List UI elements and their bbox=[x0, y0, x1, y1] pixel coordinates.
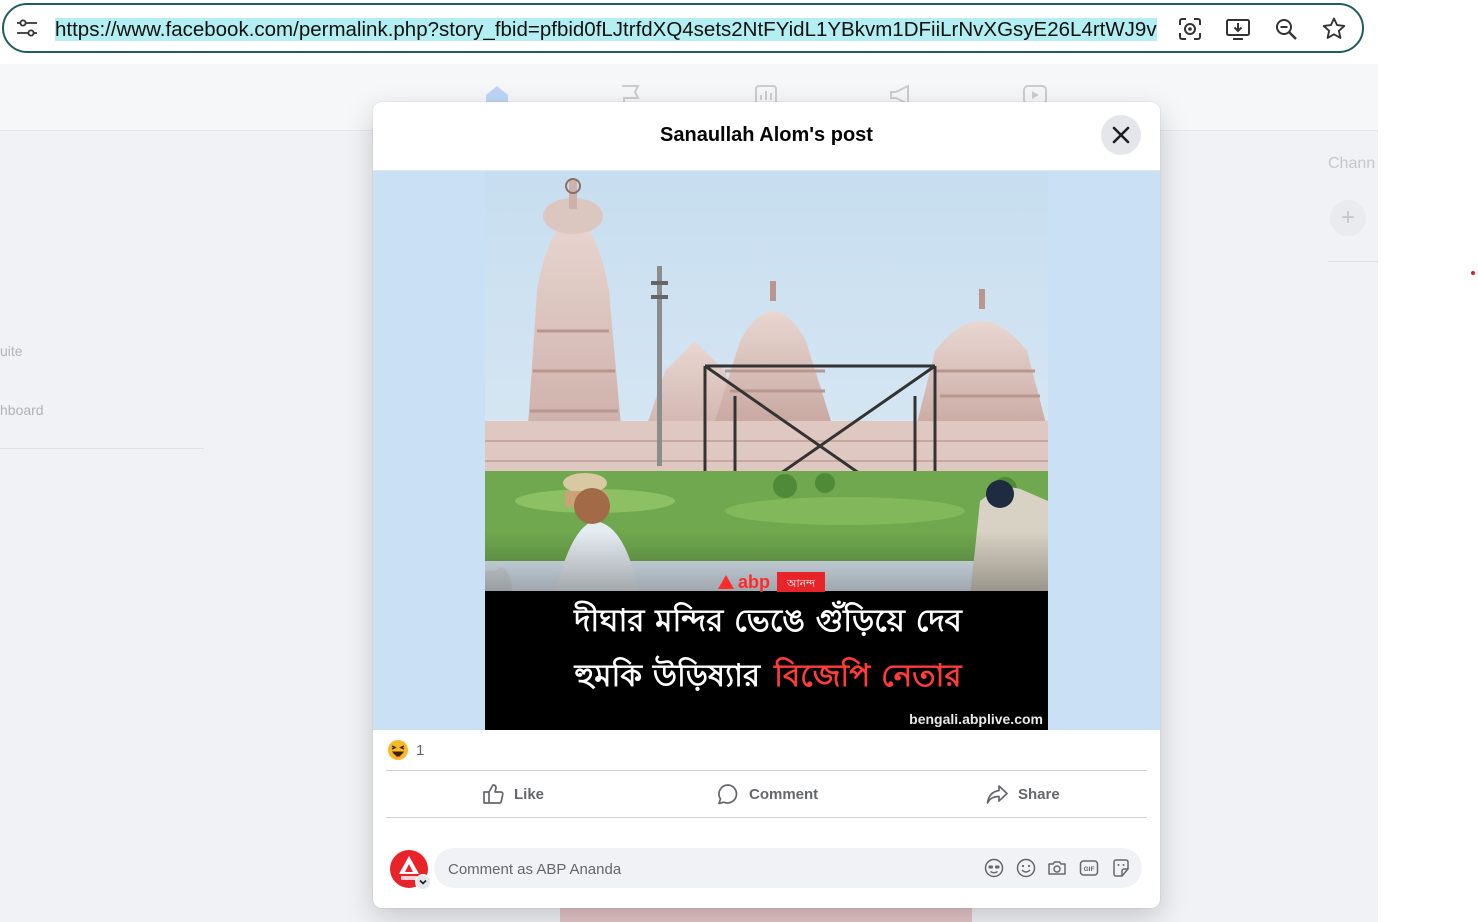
like-label: Like bbox=[514, 785, 545, 803]
gif-icon[interactable]: GIF bbox=[1079, 858, 1099, 878]
url-text[interactable]: https://www.facebook.com/permalink.php?s… bbox=[55, 16, 1161, 44]
post-photo-area[interactable]: abp আনন্দ দীঘার মন্দির ভেঙে গুঁড়িয়ে দে… bbox=[373, 171, 1160, 730]
like-icon bbox=[483, 784, 504, 804]
post-modal: Sanaullah Alom's post abp আনন্দ দীঘার মন… bbox=[373, 102, 1160, 908]
cursor-dot bbox=[1471, 271, 1475, 275]
comment-input[interactable] bbox=[446, 848, 970, 890]
chevron-down-icon bbox=[419, 879, 427, 885]
headline-line-1: দীঘার মন্দির ভেঙে গুঁড়িয়ে দেব bbox=[573, 600, 963, 639]
temple-photo: abp আনন্দ দীঘার মন্দির ভেঙে গুঁড়িয়ে দে… bbox=[485, 171, 1048, 730]
url-value: https://www.facebook.com/permalink.php?s… bbox=[55, 18, 1157, 41]
share-icon bbox=[986, 785, 1008, 804]
headline-line-2-white: হুমকি উড়িষ্যার bbox=[573, 655, 761, 694]
post-actions: Like Comment Share bbox=[386, 770, 1147, 818]
sidebar-divider bbox=[0, 448, 204, 449]
google-lens-icon[interactable] bbox=[1177, 16, 1203, 42]
install-app-icon[interactable] bbox=[1225, 16, 1251, 42]
bookmark-star-icon[interactable] bbox=[1321, 16, 1347, 42]
headline-line-2-red: বিজেপি নেতার bbox=[773, 656, 962, 694]
emoji-icon[interactable] bbox=[1016, 858, 1036, 878]
sidebar-item-dashboard[interactable]: hboard bbox=[0, 402, 44, 418]
comment-composer[interactable]: GIF bbox=[434, 848, 1142, 890]
close-icon bbox=[1112, 126, 1130, 144]
image-watermark: bengali.abplive.com bbox=[909, 711, 1043, 727]
svg-text:GIF: GIF bbox=[1084, 866, 1095, 873]
share-label: Share bbox=[1018, 785, 1060, 803]
post-photo[interactable]: abp আনন্দ দীঘার মন্দির ভেঙে গুঁড়িয়ে দে… bbox=[485, 171, 1048, 730]
modal-title: Sanaullah Alom's post bbox=[660, 124, 873, 146]
background-post-image bbox=[560, 906, 972, 922]
abp-logo-tag: আনন্দ bbox=[786, 577, 815, 590]
reaction-count: 1 bbox=[416, 742, 425, 759]
sticker-icon[interactable] bbox=[1111, 858, 1131, 878]
left-sidebar: uite hboard bbox=[0, 130, 204, 922]
channels-title: Chann bbox=[1328, 155, 1376, 172]
right-divider bbox=[1328, 261, 1378, 262]
sidebar-item-business-suite[interactable]: uite bbox=[0, 343, 23, 359]
avatar-sticker-icon[interactable] bbox=[984, 858, 1004, 878]
share-button[interactable]: Share bbox=[986, 771, 1060, 817]
profile-switch-badge[interactable] bbox=[415, 874, 431, 890]
camera-icon[interactable] bbox=[1047, 858, 1067, 878]
close-button[interactable] bbox=[1101, 115, 1141, 155]
site-settings-icon[interactable] bbox=[16, 19, 38, 37]
haha-reaction-icon bbox=[388, 740, 408, 760]
comment-icon bbox=[718, 784, 738, 805]
modal-header: Sanaullah Alom's post bbox=[373, 102, 1160, 171]
comment-label: Comment bbox=[749, 785, 819, 803]
add-channel-button[interactable]: + bbox=[1330, 200, 1366, 236]
abp-logo-text: abp bbox=[738, 572, 770, 592]
url-bar[interactable]: https://www.facebook.com/permalink.php?s… bbox=[2, 3, 1364, 53]
like-button[interactable]: Like bbox=[482, 771, 544, 817]
comment-button[interactable]: Comment bbox=[717, 771, 818, 817]
zoom-icon[interactable] bbox=[1273, 16, 1299, 42]
